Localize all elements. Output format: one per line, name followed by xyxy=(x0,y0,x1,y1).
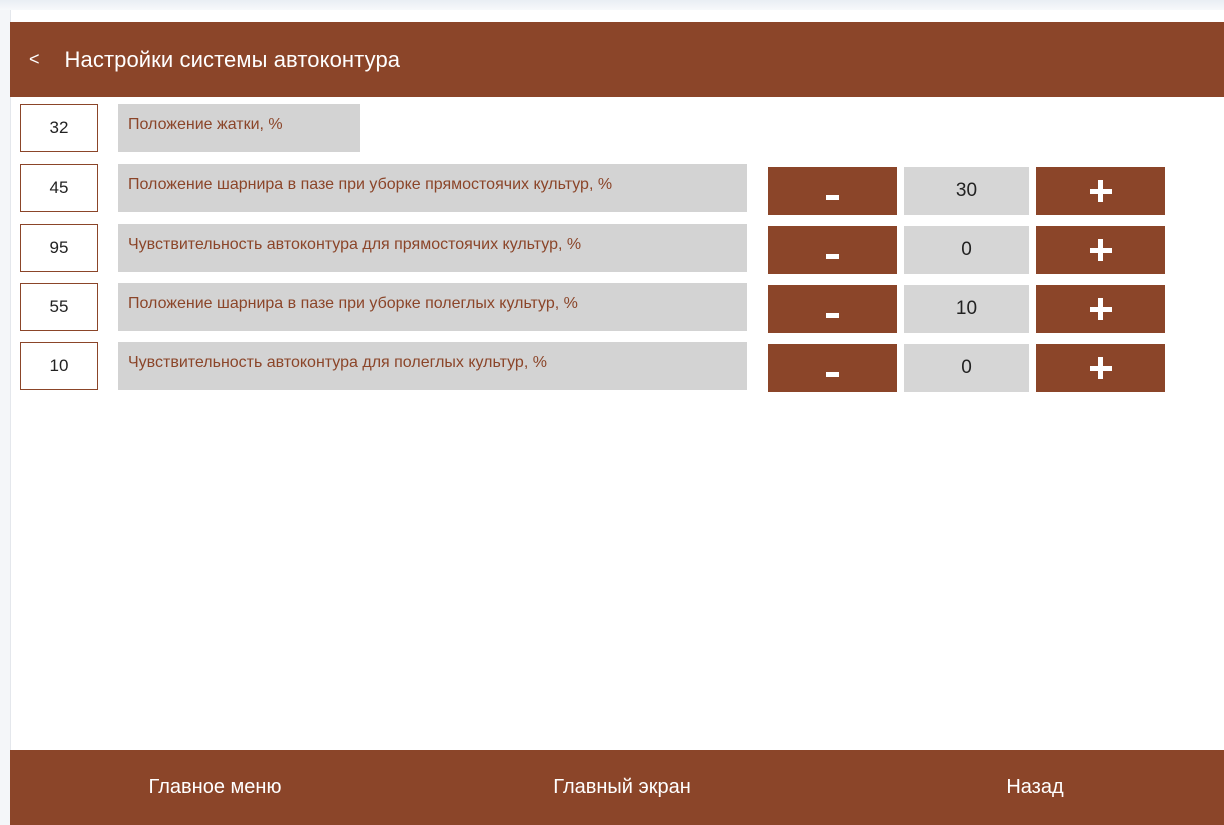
plus-icon-vertical xyxy=(1098,298,1103,320)
stepper-value: 0 xyxy=(904,226,1029,274)
hinge-lodged-label: Положение шарнира в пазе при уборке поле… xyxy=(118,283,747,331)
plus-icon-vertical xyxy=(1098,239,1103,261)
page-title: Настройки системы автоконтура xyxy=(64,46,401,72)
main-screen-button[interactable]: Главный экран xyxy=(477,750,767,825)
plus-icon-vertical xyxy=(1098,357,1103,379)
header-position-label: Положение жатки, % xyxy=(118,104,360,152)
chevron-left-icon[interactable]: < xyxy=(29,49,40,70)
footer-bar: Главное меню Главный экран Назад xyxy=(10,750,1224,825)
sensitivity-upright-label: Чувствительность автоконтура для прямост… xyxy=(118,224,747,272)
stepper-value: 0 xyxy=(904,344,1029,392)
stepper-hinge-lodged: 10 xyxy=(768,285,1165,333)
stepper-value: 10 xyxy=(904,285,1029,333)
sensitivity-lodged-value[interactable]: 10 xyxy=(20,342,98,390)
decrement-button[interactable] xyxy=(768,226,897,274)
back-button[interactable]: Назад xyxy=(890,750,1180,825)
stepper-sensitivity-lodged: 0 xyxy=(768,344,1165,392)
stepper-value: 30 xyxy=(904,167,1029,215)
hinge-upright-label: Положение шарнира в пазе при уборке прям… xyxy=(118,164,747,212)
stepper-hinge-upright: 30 xyxy=(768,167,1165,215)
increment-button[interactable] xyxy=(1036,226,1165,274)
header-position-value[interactable]: 32 xyxy=(20,104,98,152)
stepper-sensitivity-upright: 0 xyxy=(768,226,1165,274)
minus-icon xyxy=(826,254,839,259)
header-bar: < Настройки системы автоконтура xyxy=(10,22,1224,97)
minus-icon xyxy=(826,313,839,318)
sensitivity-upright-value[interactable]: 95 xyxy=(20,224,98,272)
plus-icon-vertical xyxy=(1098,180,1103,202)
increment-button[interactable] xyxy=(1036,285,1165,333)
window-top-strip xyxy=(0,0,1224,10)
main-menu-button[interactable]: Главное меню xyxy=(70,750,360,825)
autocontour-settings-screen: < Настройки системы автоконтура 32 Полож… xyxy=(0,0,1224,825)
decrement-button[interactable] xyxy=(768,285,897,333)
decrement-button[interactable] xyxy=(768,167,897,215)
increment-button[interactable] xyxy=(1036,344,1165,392)
hinge-upright-value[interactable]: 45 xyxy=(20,164,98,212)
window-left-edge xyxy=(0,10,11,825)
decrement-button[interactable] xyxy=(768,344,897,392)
minus-icon xyxy=(826,372,839,377)
minus-icon xyxy=(826,195,839,200)
hinge-lodged-value[interactable]: 55 xyxy=(20,283,98,331)
increment-button[interactable] xyxy=(1036,167,1165,215)
sensitivity-lodged-label: Чувствительность автоконтура для полеглы… xyxy=(118,342,747,390)
